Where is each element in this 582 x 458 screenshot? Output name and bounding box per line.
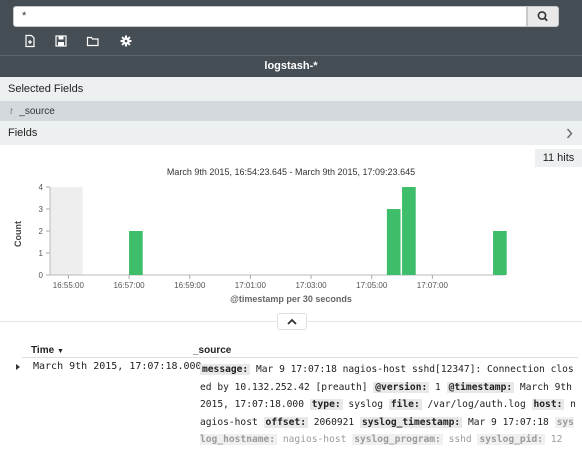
search-input[interactable]: * xyxy=(13,6,527,27)
x-tick-label: 16:57:00 xyxy=(113,281,145,290)
chevron-right-icon[interactable] xyxy=(566,128,574,139)
x-tick-label: 16:59:00 xyxy=(174,281,206,290)
collapse-chart-button[interactable] xyxy=(277,313,307,330)
histogram-bar[interactable] xyxy=(386,209,401,275)
sort-desc-icon[interactable]: ▼ xyxy=(57,348,64,355)
y-tick-label: 2 xyxy=(39,227,44,236)
save-icon[interactable] xyxy=(54,34,68,48)
selected-field-source[interactable]: t _source xyxy=(0,101,582,121)
search-icon xyxy=(537,11,548,22)
x-tick-label: 17:01:00 xyxy=(235,281,267,290)
partial-bucket-shade xyxy=(50,187,83,275)
source-field-value: 12 xyxy=(545,434,563,445)
source-field-key: @version: xyxy=(373,381,430,393)
source-field-key: syslog_program: xyxy=(352,434,443,445)
expand-row-icon[interactable] xyxy=(16,364,20,370)
column-header-source: _source xyxy=(193,345,232,356)
top-toolbar: * xyxy=(0,0,582,55)
source-field-value: Mar 9 17:07:18 xyxy=(462,416,555,428)
field-type-icon: t xyxy=(10,106,13,116)
selected-field-label: _source xyxy=(19,106,55,117)
fields-header[interactable]: Fields xyxy=(0,121,582,145)
histogram-chart[interactable]: Count 0 1 2 3 4 16:55:00 16:57:00 16:59:00 17:01… xyxy=(0,176,582,294)
column-header-time[interactable]: Time ▼ xyxy=(31,345,64,356)
settings-icon[interactable] xyxy=(119,34,133,48)
histogram-bar[interactable] xyxy=(493,231,507,275)
row-time: March 9th 2015, 17:07:18.000 xyxy=(33,361,202,372)
column-header-time-label: Time xyxy=(31,345,55,356)
source-field-value: 1 xyxy=(429,381,447,393)
y-tick-label: 1 xyxy=(39,249,44,258)
x-tick-label: 17:05:00 xyxy=(356,281,388,290)
source-field-value: syslog xyxy=(342,399,389,410)
source-field-key: type: xyxy=(309,399,343,410)
x-tick-label: 17:07:00 xyxy=(417,281,449,290)
row-source: message: Mar 9 17:07:18 nagios-host sshd… xyxy=(200,361,578,449)
source-field-key: offset: xyxy=(263,416,308,428)
y-axis-label: Count xyxy=(13,221,23,247)
source-field-key: syslog_timestamp: xyxy=(359,416,463,428)
index-pattern-title[interactable]: logstash-* xyxy=(0,55,582,77)
source-field-value: sshd xyxy=(442,434,478,445)
y-tick-label: 0 xyxy=(39,271,44,280)
source-field-key: file: xyxy=(388,399,422,410)
source-field-key: host: xyxy=(531,399,565,410)
source-field-key: syslog_pid: xyxy=(477,434,546,445)
histogram-bar[interactable] xyxy=(402,187,416,275)
x-tick-label: 16:55:00 xyxy=(53,281,85,290)
hit-count: 11 hits xyxy=(535,149,582,167)
source-field-key: message: xyxy=(200,364,251,375)
new-search-icon[interactable] xyxy=(23,34,37,48)
selected-fields-label: Selected Fields xyxy=(8,83,84,95)
table-header-divider xyxy=(22,357,578,358)
source-field-key: @timestamp: xyxy=(446,381,515,393)
source-field-value: /var/log/auth.log xyxy=(421,399,532,410)
search-button[interactable] xyxy=(527,6,559,27)
chevron-up-icon xyxy=(287,318,297,325)
y-tick-label: 4 xyxy=(39,183,44,192)
source-field-value: 2060921 xyxy=(307,416,360,428)
selected-fields-header: Selected Fields xyxy=(0,77,582,101)
histogram-bar[interactable] xyxy=(129,231,143,275)
x-axis-label: @timestamp per 30 seconds xyxy=(230,294,352,304)
source-field-value: nagios-host xyxy=(277,434,353,445)
open-icon[interactable] xyxy=(86,34,100,48)
fields-label: Fields xyxy=(8,127,38,139)
y-tick-label: 3 xyxy=(39,205,44,214)
x-tick-label: 17:03:00 xyxy=(295,281,327,290)
